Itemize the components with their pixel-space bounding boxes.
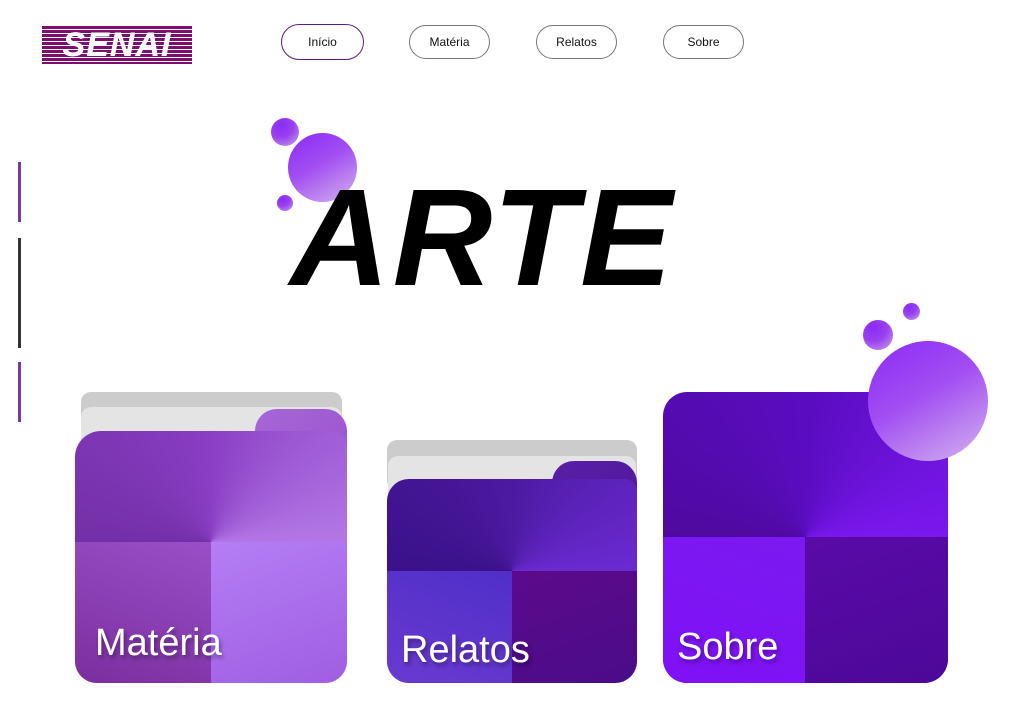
card-materia-label: Matéria <box>95 622 222 664</box>
page-title: ARTE <box>290 161 676 315</box>
side-indicator-1 <box>18 162 21 222</box>
nav-relatos-button[interactable]: Relatos <box>536 25 617 59</box>
decor-bubble-large-2 <box>868 341 988 461</box>
card-materia-panel <box>211 542 347 683</box>
card-materia[interactable]: Matéria <box>75 392 347 683</box>
decor-bubble-small-2 <box>863 320 893 350</box>
card-sobre-label: Sobre <box>677 626 779 668</box>
logo-text: SENAI <box>62 26 172 64</box>
nav-sobre-button[interactable]: Sobre <box>663 25 744 59</box>
card-relatos[interactable]: Relatos <box>387 440 637 683</box>
card-relatos-panel-right <box>512 571 637 683</box>
card-relatos-label: Relatos <box>401 629 530 671</box>
nav-relatos-label: Relatos <box>556 35 597 49</box>
decor-bubble-small-1 <box>271 118 299 146</box>
nav-inicio-label: Início <box>308 35 337 49</box>
nav-sobre-label: Sobre <box>687 35 720 49</box>
card-sobre-panel-right <box>805 537 948 683</box>
nav-materia-button[interactable]: Matéria <box>409 25 490 59</box>
side-indicator-3 <box>18 362 21 422</box>
side-indicator-2 <box>18 238 21 348</box>
nav-inicio-button[interactable]: Início <box>281 24 364 60</box>
nav-materia-label: Matéria <box>429 35 470 49</box>
decor-bubble-tiny-2 <box>903 303 920 320</box>
senai-logo[interactable]: SENAI <box>42 26 192 64</box>
